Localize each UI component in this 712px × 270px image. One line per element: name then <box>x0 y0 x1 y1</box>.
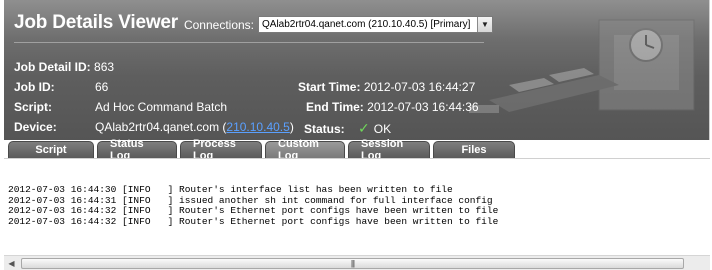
status-value: OK <box>373 122 392 136</box>
tab-files-label: Files <box>461 144 487 156</box>
chevron-down-icon[interactable]: ▼ <box>477 16 493 32</box>
tab-session-log[interactable]: Session Log <box>348 138 430 162</box>
tab-script-label: Script <box>35 144 67 156</box>
header-divider <box>14 42 484 43</box>
tab-custom-log[interactable]: Custom Log <box>265 138 345 162</box>
log-tabs: Script Status Log Process Log Custom Log… <box>4 138 710 162</box>
end-time-row: End Time: 2012-07-03 16:44:36 <box>306 100 479 114</box>
job-detail-id-row: Job Detail ID: 863 <box>14 60 114 74</box>
log-line: 2012-07-03 16:44:32 [INFO ] Router's Eth… <box>8 215 499 227</box>
script-row: Script: Ad Hoc Command Batch <box>14 100 227 114</box>
job-id-row: Job ID: 66 <box>14 80 108 94</box>
device-row: Device: QAlab2rtr04.qanet.com (210.10.40.… <box>14 120 294 134</box>
status-row: Status: ✓ OK <box>304 120 391 137</box>
tab-process-log[interactable]: Process Log <box>180 138 262 162</box>
app-title: Job Details Viewer <box>14 12 178 33</box>
script-value: Ad Hoc Command Batch <box>95 100 228 114</box>
tab-files[interactable]: Files <box>433 141 515 158</box>
connections-label: Connections: <box>183 17 255 32</box>
scroll-left-icon[interactable]: ◀ <box>4 256 19 270</box>
connections-select[interactable]: QAlab2rtr04.qanet.com (210.10.40.5) [Pri… <box>258 15 494 33</box>
script-label: Script: <box>14 100 53 114</box>
scrollbar-track[interactable]: ||| <box>19 257 710 269</box>
check-icon: ✓ <box>358 120 370 136</box>
end-time-label: End Time: <box>306 100 364 114</box>
header-panel: Job Details Viewer Connections: QAlab2rt… <box>4 0 710 140</box>
device-name: QAlab2rtr04.qanet.com ( <box>95 120 227 134</box>
log-line: 2012-07-03 16:44:32 [INFO ] Router's Eth… <box>8 205 499 216</box>
device-ip-link[interactable]: 210.10.40.5 <box>226 120 289 134</box>
scrollbar-thumb[interactable]: ||| <box>21 258 684 269</box>
status-label: Status: <box>304 122 345 136</box>
end-time-value: 2012-07-03 16:44:36 <box>367 100 479 114</box>
start-time-label: Start Time: <box>298 80 361 94</box>
start-time-row: Start Time: 2012-07-03 16:44:27 <box>298 80 475 94</box>
job-id-value: 66 <box>95 80 109 94</box>
job-id-label: Job ID: <box>14 80 55 94</box>
tab-script[interactable]: Script <box>8 141 94 158</box>
start-time-value: 2012-07-03 16:44:27 <box>363 80 476 94</box>
title-row: Job Details Viewer Connections: QAlab2rt… <box>14 12 494 34</box>
horizontal-scrollbar[interactable]: ◀ ||| <box>4 255 710 270</box>
device-label: Device: <box>14 120 57 134</box>
connections-select-value: QAlab2rtr04.qanet.com (210.10.40.5) [Pri… <box>262 18 471 30</box>
log-line: 2012-07-03 16:44:30 [INFO ] Router's int… <box>8 184 453 195</box>
job-detail-id-value: 863 <box>94 60 115 74</box>
tab-status-log[interactable]: Status Log <box>97 138 177 162</box>
job-detail-id-label: Job Detail ID: <box>14 60 91 74</box>
custom-log-output[interactable]: 2012-07-03 16:44:30 [INFO ] Router's int… <box>4 158 710 254</box>
device-suffix: ) <box>289 120 294 134</box>
